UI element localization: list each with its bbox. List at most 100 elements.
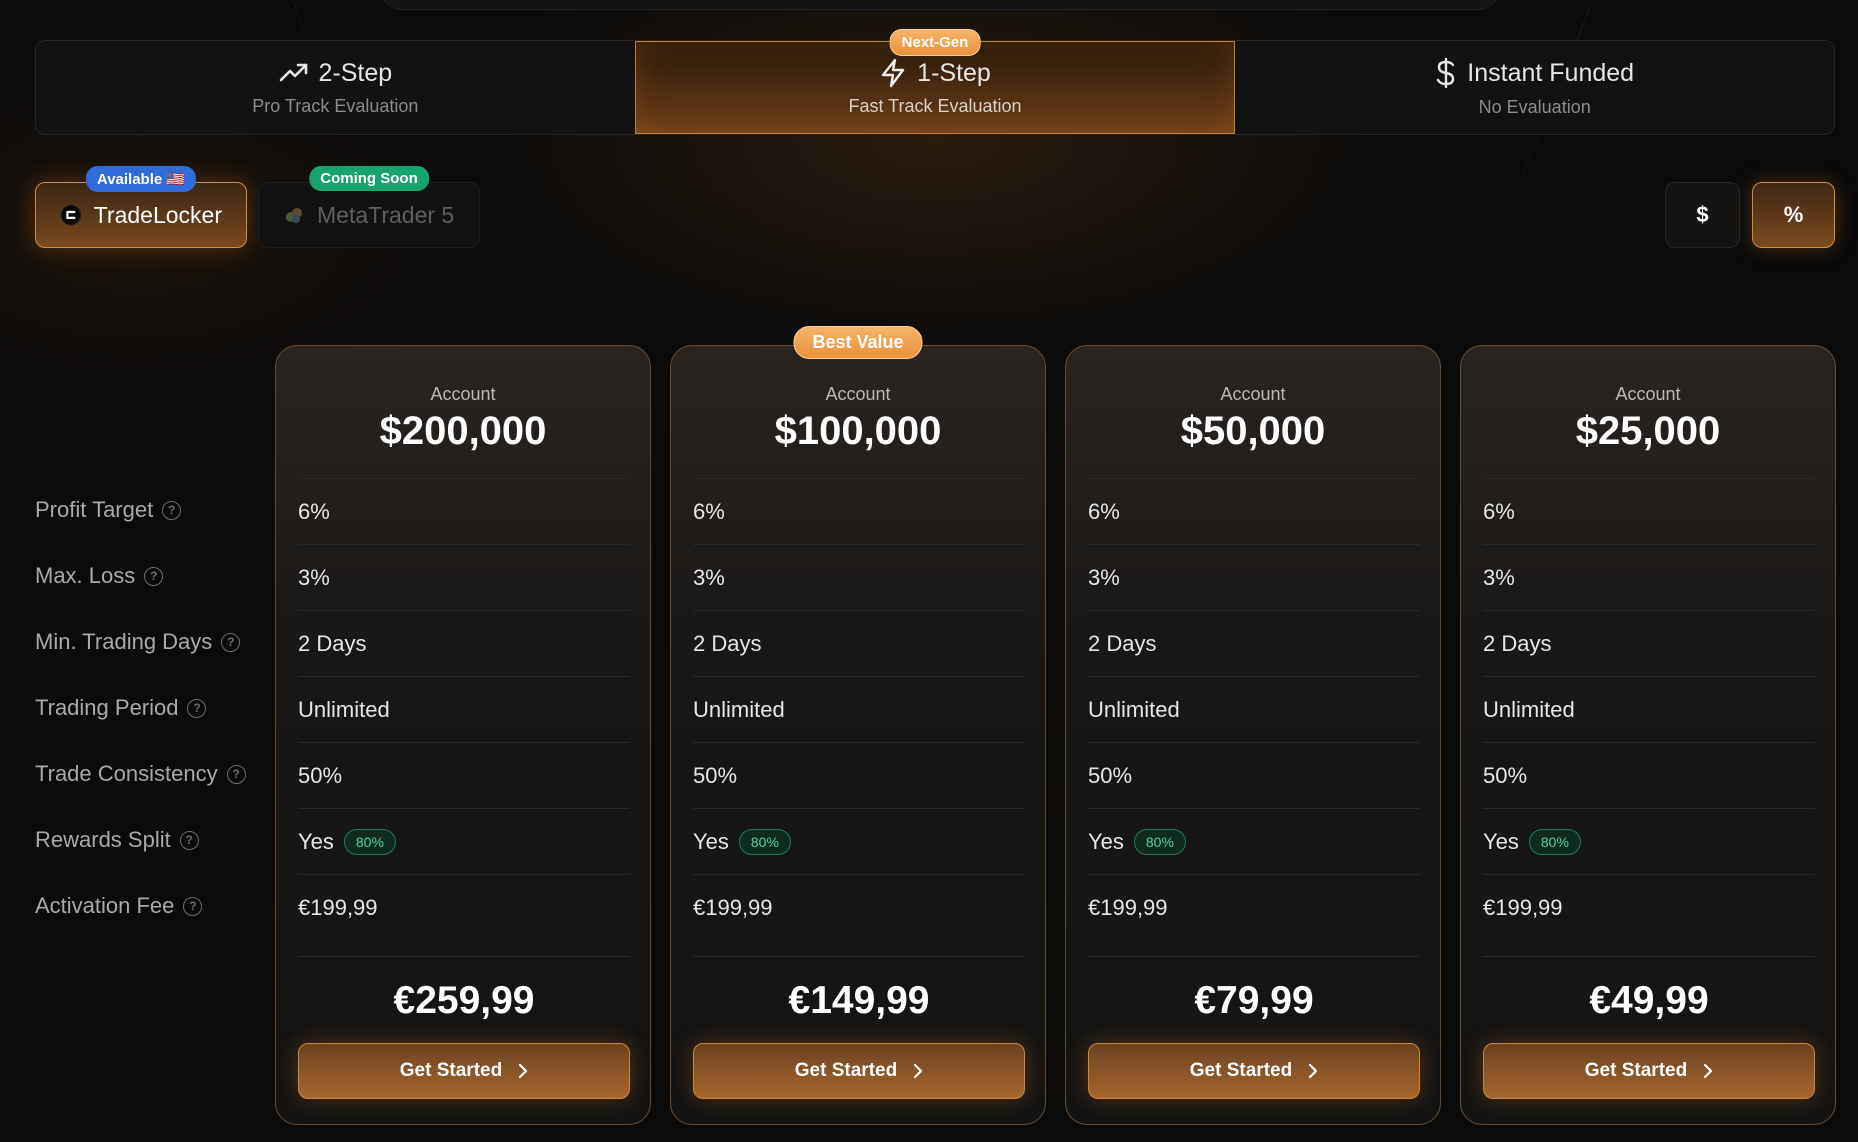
tab-instant-funded[interactable]: Instant Funded No Evaluation (1235, 41, 1834, 134)
row-label-text: Trading Period (35, 695, 179, 720)
account-label: Account (430, 384, 496, 404)
min-trading-days-value: 2 Days (1483, 610, 1815, 676)
activation-fee-value: €199,99 (693, 874, 1025, 940)
rewards-value: Yes (1088, 828, 1124, 854)
account-label: Account (1220, 384, 1286, 404)
tab-subtitle: Fast Track Evaluation (848, 96, 1022, 116)
dollar-toggle[interactable]: $ (1665, 182, 1740, 248)
row-label-activation-fee: Activation Fee ? (35, 886, 203, 926)
available-badge: Available 🇺🇸 (85, 166, 197, 192)
best-value-badge: Best Value (793, 326, 923, 359)
help-icon[interactable]: ? (162, 500, 182, 520)
plan-card-200k: Account $200,000 6% 3% 2 Days Unlimited … (275, 345, 651, 1125)
help-icon[interactable]: ? (226, 764, 246, 784)
row-label-text: Activation Fee (35, 893, 175, 918)
tab-title: 2-Step (318, 58, 393, 87)
row-label-text: Rewards Split (35, 827, 171, 852)
tab-subtitle: Pro Track Evaluation (252, 95, 419, 116)
profit-target-value: 6% (1483, 478, 1815, 544)
rewards-split-value: Yes 80% (298, 808, 630, 874)
metatrader-logo-icon (286, 208, 302, 223)
get-started-button[interactable]: Get Started (693, 1043, 1025, 1099)
evaluation-tabs: 2-Step Pro Track Evaluation Next-Gen 1-S… (35, 29, 1835, 135)
account-label: Account (1615, 384, 1681, 404)
row-label-text: Profit Target (35, 497, 154, 522)
tradelocker-button[interactable]: Available 🇺🇸 TradeLocker (35, 166, 247, 248)
split-badge: 80% (1133, 828, 1186, 855)
account-size: $25,000 (1575, 409, 1721, 453)
tab-2-step[interactable]: 2-Step Pro Track Evaluation (36, 41, 635, 134)
button-label: Get Started (399, 1060, 503, 1081)
account-size: $100,000 (774, 409, 942, 453)
row-label-text: Trade Consistency (35, 761, 218, 786)
price: €149,99 (693, 956, 1025, 1023)
split-badge: 80% (343, 828, 396, 855)
activation-fee-value: €199,99 (1483, 874, 1815, 940)
price: €79,99 (1088, 956, 1420, 1023)
get-started-button[interactable]: Get Started (1088, 1043, 1420, 1099)
split-badge: 80% (1528, 828, 1581, 855)
trending-up-icon (279, 63, 307, 82)
platform-label: TradeLocker (93, 201, 222, 228)
max-loss-value: 3% (1483, 544, 1815, 610)
row-label-max-loss: Max. Loss ? (35, 556, 164, 596)
help-icon[interactable]: ? (187, 698, 207, 718)
row-label-trade-consistency: Trade Consistency ? (35, 754, 246, 794)
get-started-button[interactable]: Get Started (298, 1043, 630, 1099)
platform-label: MetaTrader 5 (317, 201, 455, 228)
button-label: Get Started (1584, 1060, 1688, 1081)
help-icon[interactable]: ? (179, 830, 199, 850)
tradelocker-logo-icon (60, 204, 82, 226)
max-loss-value: 3% (693, 544, 1025, 610)
max-loss-value: 3% (1088, 544, 1420, 610)
tab-1-step[interactable]: Next-Gen 1-Step Fast Track Evaluation (634, 29, 1236, 134)
top-navigation-stub (380, 0, 1500, 10)
price: €259,99 (298, 956, 630, 1023)
help-icon[interactable]: ? (221, 632, 241, 652)
coming-soon-badge: Coming Soon (309, 166, 429, 191)
trade-consistency-value: 50% (693, 742, 1025, 808)
row-label-min-trading-days: Min. Trading Days ? (35, 622, 241, 662)
plan-card-25k: Account $25,000 6% 3% 2 Days Unlimited 5… (1460, 345, 1836, 1125)
trading-period-value: Unlimited (693, 676, 1025, 742)
row-label-rewards-split: Rewards Split ? (35, 820, 199, 860)
row-label-profit-target: Profit Target ? (35, 490, 182, 530)
account-size: $50,000 (1180, 409, 1326, 453)
percent-toggle[interactable]: % (1752, 182, 1835, 248)
activation-fee-value: €199,99 (298, 874, 630, 940)
row-label-text: Max. Loss (35, 563, 136, 588)
help-icon[interactable]: ? (183, 896, 203, 916)
trade-consistency-value: 50% (298, 742, 630, 808)
rewards-value: Yes (693, 828, 729, 854)
rewards-value: Yes (1483, 828, 1519, 854)
tab-title: 1-Step (917, 58, 991, 87)
price: €49,99 (1483, 956, 1815, 1023)
card-header: Account $50,000 (1066, 384, 1440, 454)
profit-target-value: 6% (693, 478, 1025, 544)
get-started-button[interactable]: Get Started (1483, 1043, 1815, 1099)
rewards-split-value: Yes 80% (1088, 808, 1420, 874)
tab-subtitle: No Evaluation (1478, 97, 1591, 117)
trading-period-value: Unlimited (1483, 676, 1815, 742)
min-trading-days-value: 2 Days (298, 610, 630, 676)
dollar-icon (1437, 57, 1455, 89)
chevron-right-icon (914, 1063, 923, 1079)
lightning-icon (881, 58, 905, 88)
min-trading-days-value: 2 Days (1088, 610, 1420, 676)
rewards-value: Yes (298, 828, 334, 854)
card-header: Account $200,000 (276, 384, 650, 454)
account-size: $200,000 (379, 409, 547, 453)
row-label-trading-period: Trading Period ? (35, 688, 207, 728)
chevron-right-icon (1309, 1063, 1318, 1079)
profit-target-value: 6% (298, 478, 630, 544)
decorative-line (293, 0, 308, 45)
card-header: Account $25,000 (1461, 384, 1835, 454)
help-icon[interactable]: ? (144, 566, 164, 586)
rewards-split-value: Yes 80% (693, 808, 1025, 874)
button-label: Get Started (794, 1060, 898, 1081)
chevron-right-icon (519, 1063, 528, 1079)
plan-card-100k: Best Value Account $100,000 6% 3% 2 Days… (670, 326, 1046, 1125)
split-badge: 80% (738, 828, 791, 855)
metatrader-button[interactable]: Coming Soon MetaTrader 5 (258, 166, 480, 248)
trade-consistency-value: 50% (1483, 742, 1815, 808)
